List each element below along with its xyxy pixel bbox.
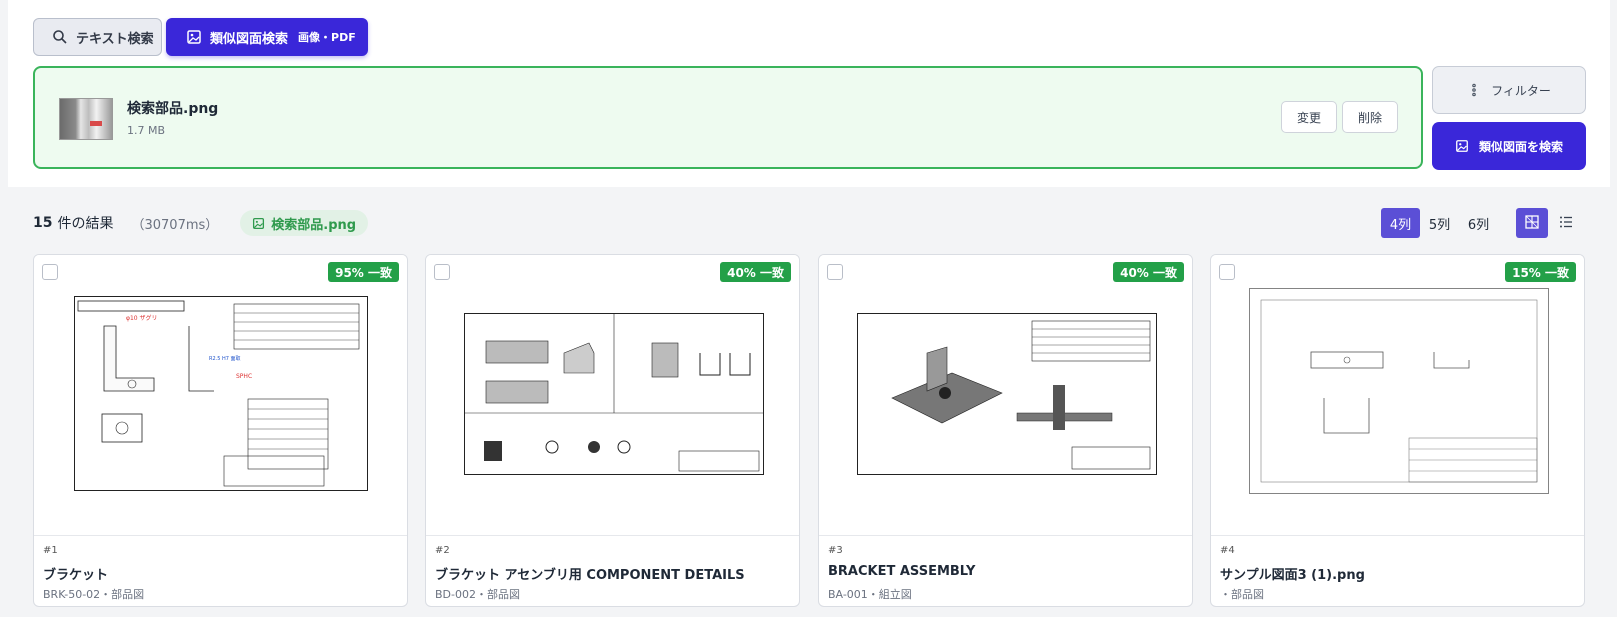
uploaded-file-thumbnail bbox=[59, 98, 113, 140]
search-icon bbox=[52, 29, 68, 45]
filter-button[interactable]: フィルター bbox=[1432, 66, 1586, 114]
card-subtitle: BRK-50-02・部品図 bbox=[43, 588, 145, 601]
card-rank: #2 bbox=[435, 545, 450, 556]
card-thumbnail bbox=[1211, 255, 1584, 536]
uploaded-file-name: 検索部品.png bbox=[127, 101, 219, 117]
image-icon bbox=[252, 217, 265, 230]
card-subtitle: ・部品図 bbox=[1220, 588, 1264, 601]
card-title: ブラケット アセンブリ用 COMPONENT DETAILS bbox=[435, 568, 745, 583]
svg-text:R2.5 H7 面取: R2.5 H7 面取 bbox=[209, 356, 241, 362]
text-search-tab[interactable]: テキスト検索 bbox=[33, 18, 162, 56]
list-view-button[interactable] bbox=[1550, 208, 1582, 238]
card-title: ブラケット bbox=[43, 568, 109, 583]
card-title: サンプル図面3 (1).png bbox=[1220, 568, 1365, 583]
drawing-thumbnail bbox=[857, 313, 1157, 475]
columns-5-button[interactable]: 5列 bbox=[1420, 208, 1459, 238]
card-select-checkbox[interactable] bbox=[42, 264, 58, 280]
result-count-label: 件の結果 bbox=[57, 216, 114, 232]
uploaded-file-size: 1.7 MB bbox=[127, 124, 166, 137]
drawing-thumbnail bbox=[464, 313, 764, 475]
card-subtitle: BD-002・部品図 bbox=[435, 588, 520, 601]
card-thumbnail: φ10 ザグリ R2.5 H7 面取 SPHC bbox=[34, 255, 407, 536]
similar-search-label: 類似図面検索 bbox=[210, 31, 289, 47]
filter-label: フィルター bbox=[1491, 83, 1551, 98]
list-view-icon bbox=[1559, 214, 1573, 233]
text-search-label: テキスト検索 bbox=[76, 31, 154, 47]
card-rank: #4 bbox=[1220, 545, 1235, 556]
filter-icon bbox=[1467, 83, 1481, 97]
match-score-badge: 40% 一致 bbox=[720, 262, 791, 282]
result-count: 15 bbox=[33, 215, 53, 231]
drawing-thumbnail: φ10 ザグリ R2.5 H7 面取 SPHC bbox=[74, 296, 368, 491]
match-score-badge: 15% 一致 bbox=[1505, 262, 1576, 282]
delete-file-button[interactable]: 削除 bbox=[1342, 101, 1398, 133]
similar-search-tab[interactable]: 類似図面検索 画像・PDF bbox=[166, 18, 368, 56]
card-select-checkbox[interactable] bbox=[434, 264, 450, 280]
search-timing: （30707ms） bbox=[131, 217, 219, 233]
similar-search-sublabel: 画像・PDF bbox=[298, 31, 356, 44]
query-file-name: 検索部品.png bbox=[271, 217, 357, 233]
match-score-badge: 40% 一致 bbox=[1113, 262, 1184, 282]
similar-search-button-label: 類似図面を検索 bbox=[1478, 139, 1563, 154]
card-thumbnail bbox=[426, 255, 799, 536]
card-select-checkbox[interactable] bbox=[827, 264, 843, 280]
result-card[interactable]: 40% 一致 #2 ブラケット アセンブリ用 COMPONENT DETAILS… bbox=[425, 254, 800, 607]
match-score-badge: 95% 一致 bbox=[328, 262, 399, 282]
svg-text:SPHC: SPHC bbox=[236, 373, 252, 380]
result-card[interactable]: 15% 一致 #4 サンプル図面3 (1).png ・部品図 bbox=[1210, 254, 1585, 607]
result-card[interactable]: φ10 ザグリ R2.5 H7 面取 SPHC 95% 一致 #1 ブラケット … bbox=[33, 254, 408, 607]
svg-text:φ10 ザグリ: φ10 ザグリ bbox=[126, 314, 158, 322]
drawing-thumbnail bbox=[1249, 288, 1549, 494]
card-subtitle: BA-001・組立図 bbox=[828, 588, 912, 601]
image-icon bbox=[186, 29, 202, 45]
similar-search-button[interactable]: 類似図面を検索 bbox=[1432, 122, 1586, 170]
columns-4-button[interactable]: 4列 bbox=[1381, 208, 1420, 238]
change-file-button[interactable]: 変更 bbox=[1281, 101, 1337, 133]
card-rank: #1 bbox=[43, 545, 58, 556]
card-select-checkbox[interactable] bbox=[1219, 264, 1235, 280]
uploaded-file-panel: 検索部品.png 1.7 MB 変更 削除 bbox=[33, 66, 1423, 169]
image-icon bbox=[1455, 139, 1469, 153]
query-file-chip: 検索部品.png bbox=[240, 210, 369, 236]
grid-view-button[interactable] bbox=[1516, 208, 1548, 238]
card-rank: #3 bbox=[828, 545, 843, 556]
card-title: BRACKET ASSEMBLY bbox=[828, 564, 976, 579]
columns-6-button[interactable]: 6列 bbox=[1459, 208, 1498, 238]
grid-view-icon bbox=[1525, 214, 1539, 233]
results-summary: 15 件の結果 （30707ms） 検索部品.png bbox=[33, 210, 369, 236]
card-thumbnail bbox=[819, 255, 1192, 536]
result-card[interactable]: 40% 一致 #3 BRACKET ASSEMBLY BA-001・組立図 bbox=[818, 254, 1193, 607]
